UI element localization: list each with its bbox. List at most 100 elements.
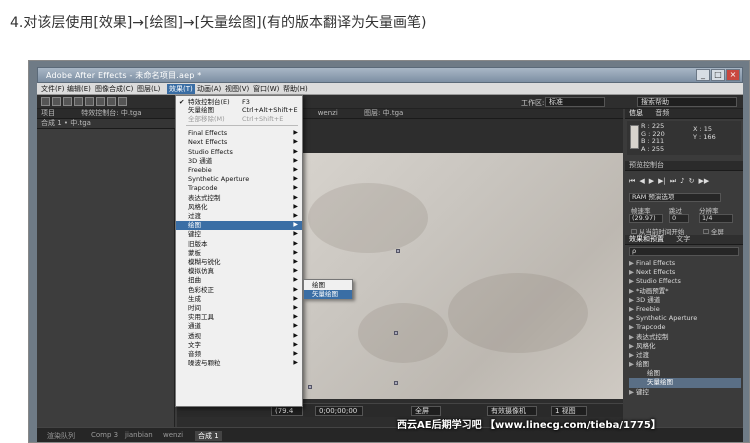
layer-handle[interactable] xyxy=(308,385,312,389)
comp-viewer[interactable] xyxy=(260,153,623,399)
effect-menu-item[interactable]: 3D 通道 ▶ xyxy=(176,157,302,166)
tab-effect-controls[interactable]: 特效控制台: 中.tga xyxy=(81,109,141,117)
effect-menu-item[interactable]: 矢量绘图 Ctrl+Alt+Shift+E xyxy=(176,106,302,115)
menu-window[interactable]: 窗口(W) xyxy=(253,84,279,94)
pan-behind-tool-icon[interactable] xyxy=(96,97,105,106)
effect-menu-item[interactable]: 时间 ▶ xyxy=(176,304,302,313)
first-frame-icon[interactable]: ⏮ xyxy=(629,177,635,186)
effects-list-item[interactable]: 绘图 xyxy=(629,369,741,378)
effects-list-item[interactable]: ▶ Studio Effects xyxy=(629,277,741,286)
audio-icon[interactable]: ♪ xyxy=(680,177,684,185)
effect-menu-item[interactable]: 模拟仿真 ▶ xyxy=(176,267,302,276)
effect-menu-item[interactable]: Studio Effects ▶ xyxy=(176,148,302,157)
camera-tool-icon[interactable] xyxy=(85,97,94,106)
workspace-select[interactable]: 标准 xyxy=(545,97,605,107)
effects-list-item[interactable]: ▶ *动画预置* xyxy=(629,287,741,296)
selection-tool-icon[interactable] xyxy=(41,97,50,106)
menu-effect[interactable]: 效果(T) xyxy=(167,84,195,94)
effect-menu-item[interactable]: 扭曲 ▶ xyxy=(176,276,302,285)
menu-composition[interactable]: 图像合成(C) xyxy=(95,84,133,94)
maximize-button[interactable]: □ xyxy=(711,69,725,81)
effect-menu-item[interactable]: 音频 ▶ xyxy=(176,350,302,359)
rotate-tool-icon[interactable] xyxy=(74,97,83,106)
tab-footage-wenzi[interactable]: wenzi xyxy=(318,109,338,117)
effects-list-item[interactable]: ▶ Synthetic Aperture xyxy=(629,314,741,323)
effect-menu-item[interactable]: Synthetic Aperture ▶ xyxy=(176,175,302,184)
tab-layer[interactable]: 图层: 中.tga xyxy=(364,109,403,117)
effect-menu-item[interactable]: 通道 ▶ xyxy=(176,322,302,331)
tab-project[interactable]: 项目 xyxy=(41,109,55,117)
menu-file[interactable]: 文件(F) xyxy=(41,84,65,94)
mask-tool-icon[interactable] xyxy=(107,97,116,106)
tab-effects-presets[interactable]: 效果和预置 xyxy=(629,235,664,243)
loop-icon[interactable]: ↻ xyxy=(689,177,695,185)
tab-info[interactable]: 信息 xyxy=(629,109,643,117)
zoom-select[interactable]: (79.4 xyxy=(271,406,303,416)
effect-menu-item[interactable]: 实用工具 ▶ xyxy=(176,313,302,322)
next-frame-icon[interactable]: ▶| xyxy=(658,177,666,185)
views-select[interactable]: 1 视图 xyxy=(551,406,587,416)
menu-layer[interactable]: 图层(L) xyxy=(137,84,160,94)
ram-preview-select[interactable]: RAM 预演选项 xyxy=(629,193,721,202)
tab-jianbian[interactable]: jianbian xyxy=(125,431,153,439)
effect-menu-item[interactable]: 蒙板 ▶ xyxy=(176,249,302,258)
skip-field[interactable]: 0 xyxy=(669,214,689,223)
tab-comp3[interactable]: Comp 3 xyxy=(91,431,118,439)
play-icon[interactable]: ▶ xyxy=(649,177,654,185)
effect-menu-item[interactable]: 生成 ▶ xyxy=(176,295,302,304)
search-help-input[interactable]: 搜索帮助 xyxy=(637,97,737,107)
effects-list-item[interactable]: ▶ 过渡 xyxy=(629,351,741,360)
tab-wenzi[interactable]: wenzi xyxy=(163,431,183,439)
effects-list-item[interactable]: ▶ Final Effects xyxy=(629,259,741,268)
effect-menu-item[interactable]: 过渡 ▶ xyxy=(176,212,302,221)
pen-tool-icon[interactable] xyxy=(118,97,127,106)
effects-search-input[interactable]: ρ xyxy=(629,247,739,256)
effect-menu-item[interactable]: 键控 ▶ xyxy=(176,230,302,239)
last-frame-icon[interactable]: ⏭ xyxy=(670,177,676,186)
effect-menu-item[interactable]: Next Effects ▶ xyxy=(176,138,302,147)
ram-preview-icon[interactable]: ▶▶ xyxy=(699,177,710,185)
submenu-item-vector-paint[interactable]: 矢量绘图 xyxy=(304,290,352,299)
tab-text[interactable]: 文字 xyxy=(676,235,690,243)
tab-render-queue[interactable]: 渲染队列 xyxy=(47,431,75,441)
effect-menu-item[interactable]: Freebie ▶ xyxy=(176,166,302,175)
resolution-select[interactable]: 全屏 xyxy=(411,406,441,416)
tab-audio[interactable]: 音频 xyxy=(655,109,669,117)
effect-menu-item[interactable]: 全部移除(M) Ctrl+Shift+E xyxy=(176,115,302,124)
effects-list-item[interactable]: ▶ 3D 通道 xyxy=(629,296,741,305)
menu-edit[interactable]: 编辑(E) xyxy=(67,84,91,94)
effects-list-item[interactable]: ▶ 表达式控制 xyxy=(629,333,741,342)
close-button[interactable]: × xyxy=(726,69,740,81)
effect-menu-item[interactable]: 透视 ▶ xyxy=(176,332,302,341)
hand-tool-icon[interactable] xyxy=(52,97,61,106)
fps-field[interactable]: (29.97) xyxy=(629,214,663,223)
effects-list-item[interactable]: ▶ 键控 xyxy=(629,388,741,397)
effect-menu-item[interactable]: 旧版本 ▶ xyxy=(176,240,302,249)
layer-handle[interactable] xyxy=(394,381,398,385)
effects-list-item[interactable]: ▶ 风格化 xyxy=(629,342,741,351)
effect-menu-item[interactable]: 模糊与锐化 ▶ xyxy=(176,258,302,267)
effect-menu-item[interactable]: Final Effects ▶ xyxy=(176,129,302,138)
zoom-tool-icon[interactable] xyxy=(63,97,72,106)
effect-menu-item[interactable]: 噪波与颗粒 ▶ xyxy=(176,359,302,368)
effects-list-item[interactable]: ▶ Freebie xyxy=(629,305,741,314)
camera-select[interactable]: 有效摄像机 xyxy=(487,406,537,416)
layer-handle[interactable] xyxy=(394,331,398,335)
effect-menu-item[interactable]: Trapcode ▶ xyxy=(176,184,302,193)
prev-frame-icon[interactable]: ◀ xyxy=(639,177,644,185)
menu-view[interactable]: 视图(V) xyxy=(225,84,249,94)
menu-animation[interactable]: 动画(A) xyxy=(197,84,221,94)
tab-comp1[interactable]: 合成 1 xyxy=(195,431,222,441)
menu-help[interactable]: 帮助(H) xyxy=(283,84,308,94)
resolution-field[interactable]: 1/4 xyxy=(699,214,733,223)
effect-menu-item[interactable]: 绘图 ▶ xyxy=(176,221,302,230)
effect-menu-item[interactable]: 表达式控制 ▶ xyxy=(176,194,302,203)
submenu-item-paint[interactable]: 绘图 xyxy=(304,281,352,290)
layer-handle[interactable] xyxy=(396,249,400,253)
minimize-button[interactable]: _ xyxy=(696,69,710,81)
effects-list-item[interactable]: ▶ 绘图 xyxy=(629,360,741,369)
effects-list-item[interactable]: ▶ Next Effects xyxy=(629,268,741,277)
effects-list-item[interactable]: 矢量绘图 xyxy=(629,378,741,388)
effects-list-item[interactable]: ▶ Trapcode xyxy=(629,323,741,332)
timecode-field[interactable]: 0;00;00;00 xyxy=(315,406,363,416)
